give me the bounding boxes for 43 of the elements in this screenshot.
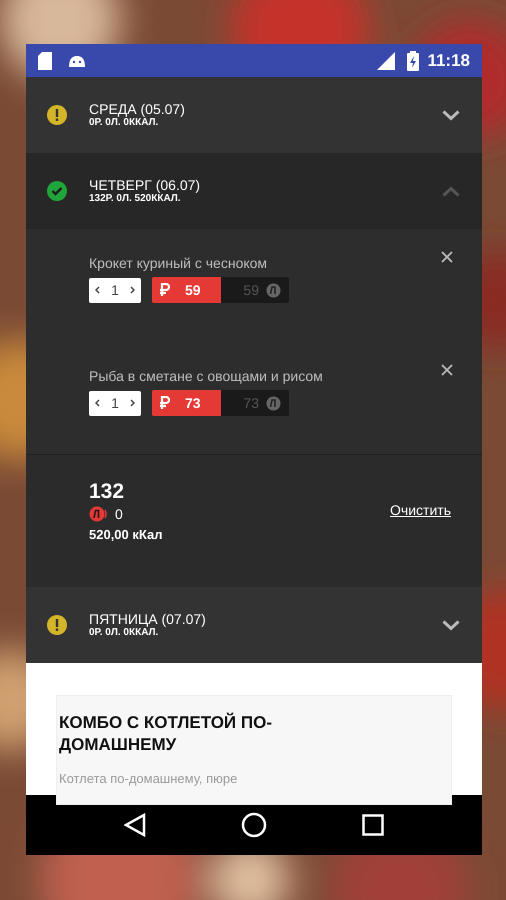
decrease-icon[interactable] (95, 286, 100, 294)
quantity-value: 1 (111, 394, 119, 412)
item-name: Крокет куриный с чесноком (89, 254, 268, 273)
total-calories: 520,00 кКал (89, 526, 164, 544)
day-header[interactable]: СРЕДА (05.07) 0Р. 0Л. 0ККАЛ. (26, 77, 482, 153)
day-summary: 0Р. 0Л. 0ККАЛ. (89, 627, 160, 639)
combo-card[interactable]: КОМБО С КОТЛЕТОЙ ПО-ДОМАШНЕМУ Котлета по-домашнему, пюре (56, 695, 452, 805)
ruble-icon (159, 283, 170, 297)
clock-time: 11:18 (427, 50, 470, 72)
close-icon[interactable] (441, 364, 453, 376)
increase-icon[interactable] (130, 399, 135, 407)
chevron-down-icon[interactable] (442, 110, 460, 120)
day-title: ПЯТНИЦА (07.07) (89, 611, 207, 627)
close-icon[interactable] (441, 251, 453, 263)
ruble-price-button[interactable]: 73 (152, 390, 221, 416)
total-points: 0 (115, 505, 123, 523)
day-header[interactable]: ПЯТНИЦА (07.07) 0Р. 0Л. 0ККАЛ. (26, 587, 482, 663)
points-icon (89, 506, 107, 522)
day-summary: 132Р. 0Л. 520ККАЛ. (89, 193, 182, 205)
quantity-value: 1 (111, 280, 119, 300)
ruble-price-button[interactable]: 59 (152, 277, 221, 303)
ruble-icon (159, 396, 170, 410)
increase-icon[interactable] (130, 286, 135, 294)
day-header[interactable]: ЧЕТВЕРГ (06.07) 132Р. 0Л. 520ККАЛ. (26, 153, 482, 229)
item-name: Рыба в сметане с овощами и рисом (89, 367, 324, 386)
back-icon[interactable] (124, 813, 146, 837)
sd-card-icon (38, 52, 52, 70)
total-sum: 132 (89, 480, 126, 504)
points-icon (266, 282, 281, 298)
battery-icon (407, 50, 420, 70)
clear-link[interactable]: Очистить (390, 500, 451, 521)
day-title: ЧЕТВЕРГ (06.07) (89, 177, 202, 193)
decrease-icon[interactable] (95, 399, 100, 407)
chevron-down-icon[interactable] (442, 620, 460, 630)
combo-title: КОМБО С КОТЛЕТОЙ ПО-ДОМАШНЕМУ (59, 712, 273, 756)
points-icon (266, 396, 281, 410)
recents-icon[interactable] (362, 814, 384, 836)
day-summary: 0Р. 0Л. 0ККАЛ. (89, 117, 160, 129)
quantity-stepper[interactable]: 1 (89, 390, 141, 416)
quantity-stepper[interactable]: 1 (89, 278, 141, 302)
combo-description: Котлета по-домашнему, пюре (59, 770, 238, 788)
day-title: СРЕДА (05.07) (89, 101, 186, 117)
home-icon[interactable] (240, 812, 267, 838)
